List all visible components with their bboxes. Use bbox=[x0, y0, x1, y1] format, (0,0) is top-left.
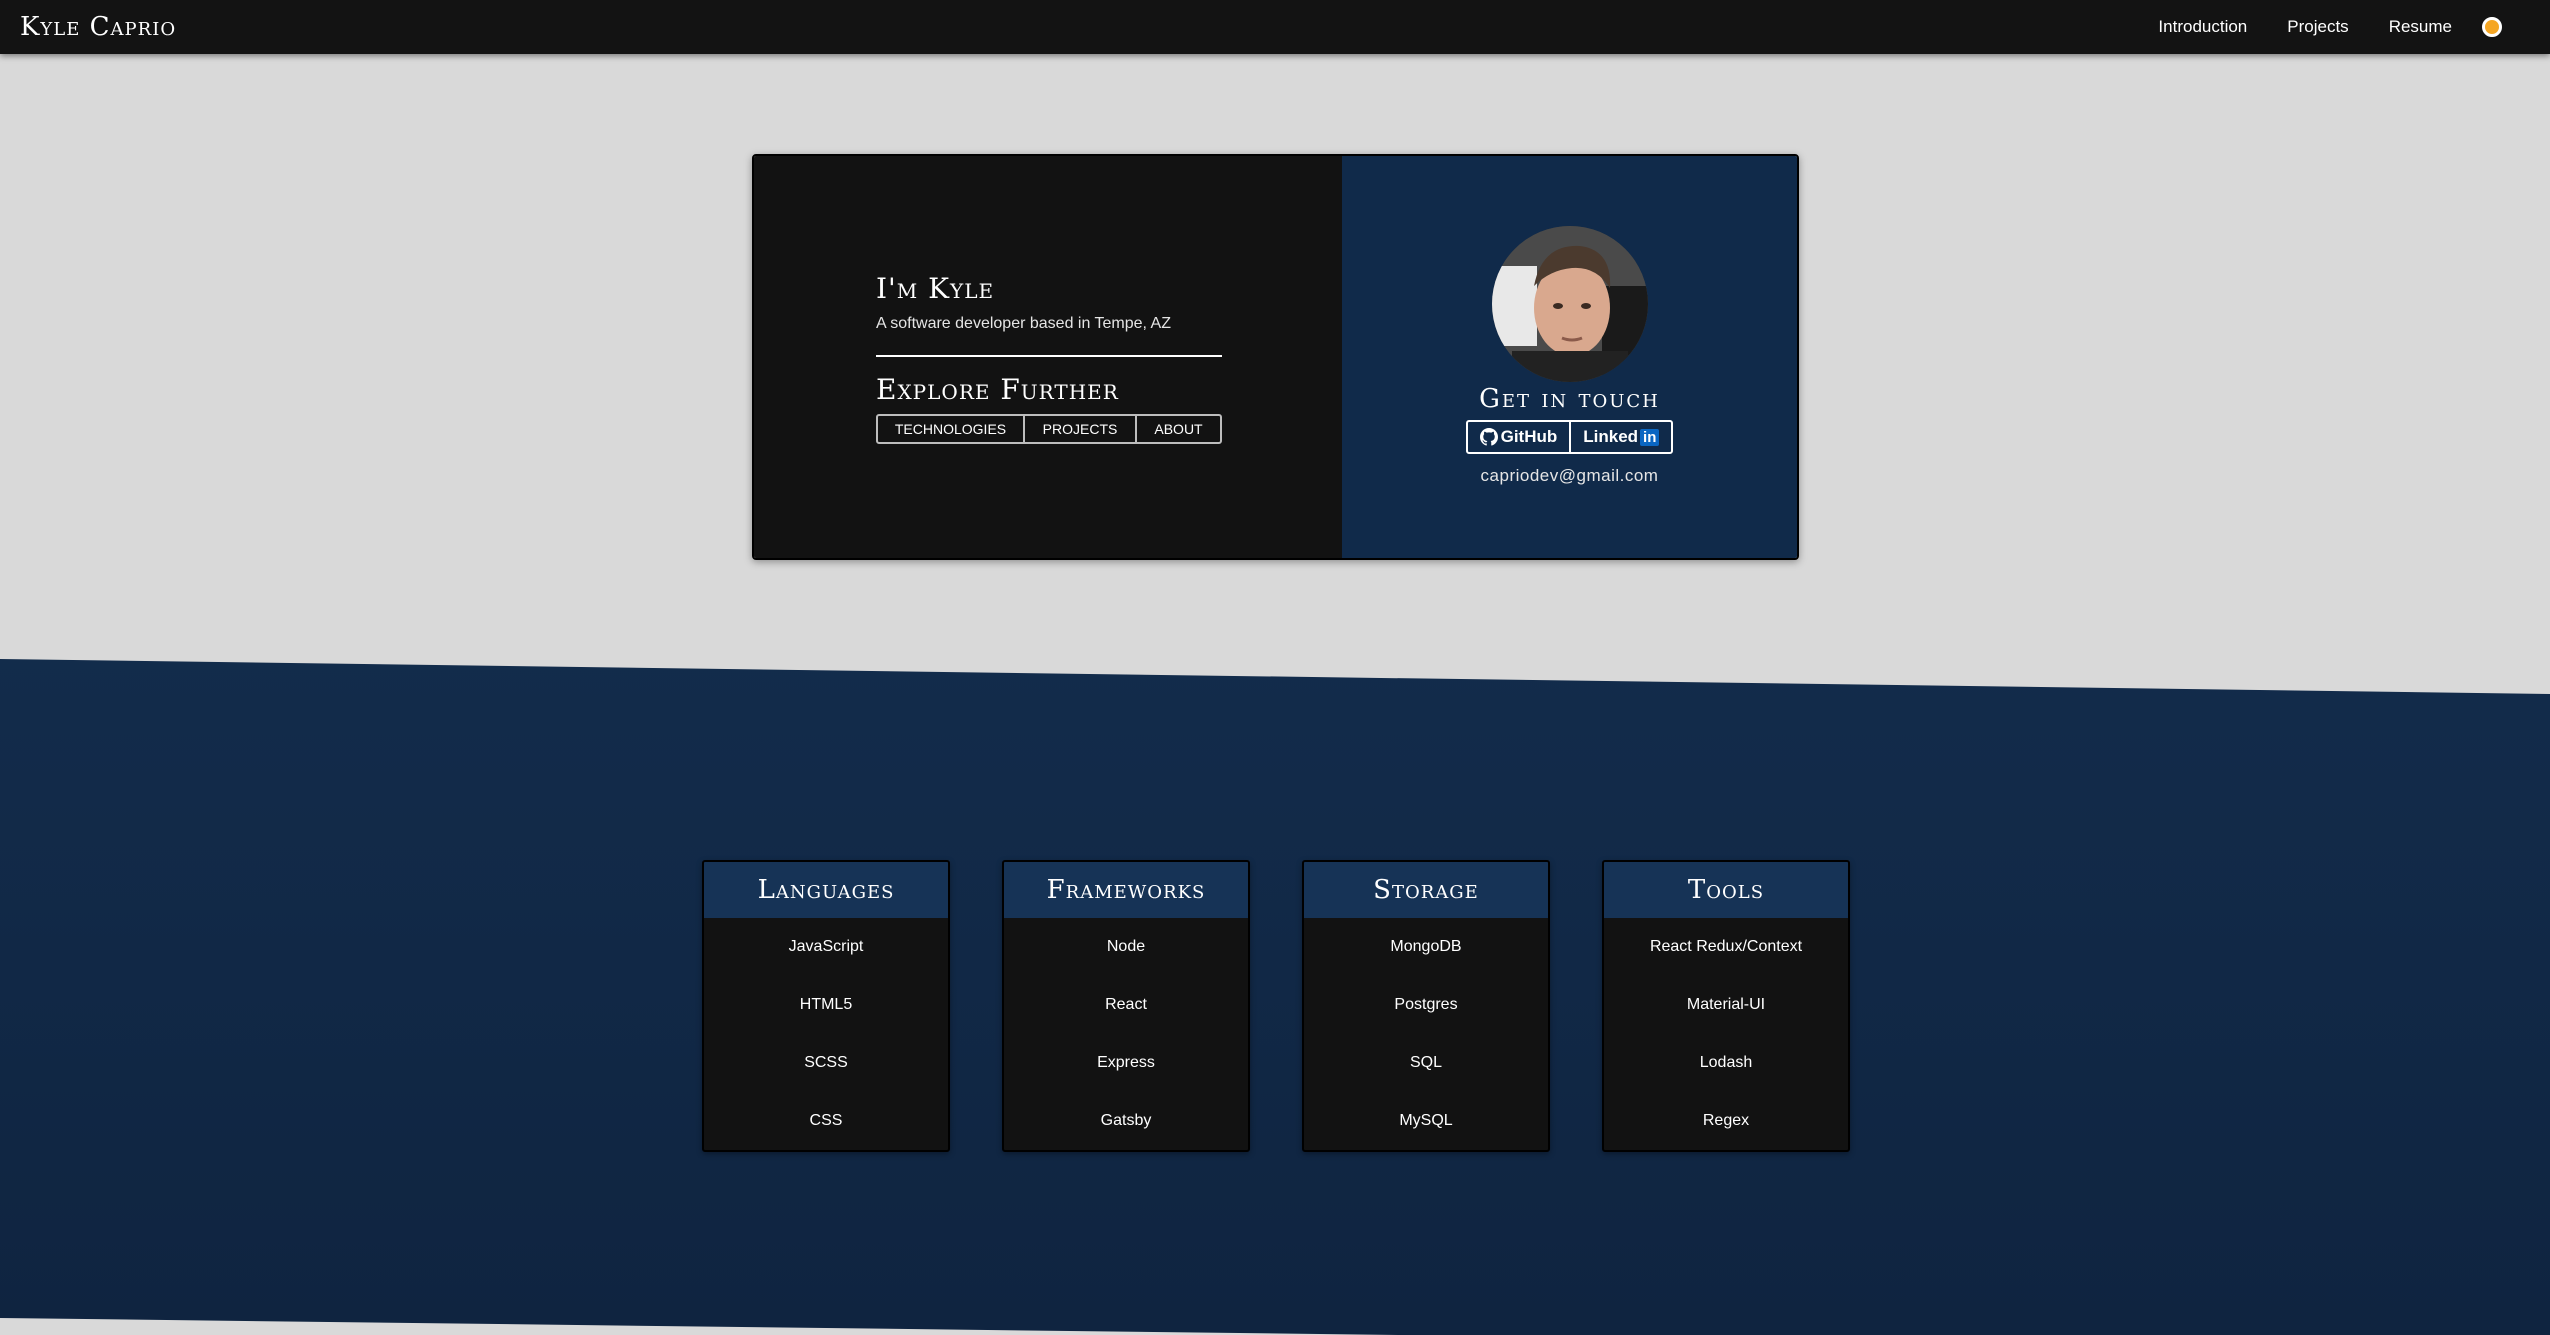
list-item: Lodash bbox=[1699, 1054, 1753, 1071]
github-button[interactable]: GitHub bbox=[1468, 422, 1570, 452]
list-item: Postgres bbox=[1394, 996, 1458, 1013]
tech-card-title: Storage bbox=[1304, 862, 1548, 918]
tech-card-title: Frameworks bbox=[1004, 862, 1248, 918]
hero-intro-panel: I'm Kyle A software developer based in T… bbox=[754, 156, 1342, 558]
list-item: Regex bbox=[1702, 1112, 1750, 1129]
tech-card-tools: Tools React Redux/Context Material-UI Lo… bbox=[1602, 860, 1850, 1152]
list-item: Gatsby bbox=[1100, 1112, 1152, 1129]
navbar: Kyle Caprio Introduction Projects Resume bbox=[0, 0, 2550, 54]
tech-card-title: Languages bbox=[704, 862, 948, 918]
list-item: MongoDB bbox=[1390, 938, 1462, 955]
technologies-button[interactable]: TECHNOLOGIES bbox=[878, 416, 1023, 442]
nav-link-resume[interactable]: Resume bbox=[2389, 17, 2452, 37]
list-item: HTML5 bbox=[799, 996, 853, 1013]
contact-panel: Get in touch GitHub Linked in capriodev@… bbox=[1342, 156, 1797, 558]
github-label: GitHub bbox=[1500, 427, 1558, 446]
hero-card: I'm Kyle A software developer based in T… bbox=[752, 154, 1799, 560]
linkedin-label: Linked bbox=[1583, 427, 1639, 446]
nav-link-introduction[interactable]: Introduction bbox=[2158, 17, 2247, 37]
theme-toggle-icon[interactable] bbox=[2482, 17, 2502, 37]
brand-logo[interactable]: Kyle Caprio bbox=[20, 12, 176, 42]
projects-button[interactable]: PROJECTS bbox=[1023, 416, 1135, 442]
hero-subtitle: A software developer based in Tempe, AZ bbox=[876, 315, 1171, 332]
list-item: JavaScript bbox=[788, 938, 864, 955]
contact-email[interactable]: capriodev@gmail.com bbox=[1481, 466, 1659, 486]
list-item: Material-UI bbox=[1686, 996, 1766, 1013]
list-item: CSS bbox=[809, 1112, 843, 1129]
hero-divider bbox=[876, 355, 1222, 357]
explore-title: Explore Further bbox=[876, 373, 1119, 406]
linkedin-button[interactable]: Linked in bbox=[1569, 422, 1671, 452]
tech-card-frameworks: Frameworks Node React Express Gatsby bbox=[1002, 860, 1250, 1152]
tech-card-languages: Languages JavaScript HTML5 SCSS CSS bbox=[702, 860, 950, 1152]
social-button-group: GitHub Linked in bbox=[1465, 420, 1674, 454]
github-icon bbox=[1479, 428, 1498, 446]
linkedin-icon: in bbox=[1640, 428, 1660, 446]
list-item: Node bbox=[1106, 938, 1146, 955]
list-item: React bbox=[1105, 996, 1147, 1013]
avatar bbox=[1491, 226, 1648, 382]
tech-card-title: Tools bbox=[1604, 862, 1848, 918]
tech-card-storage: Storage MongoDB Postgres SQL MySQL bbox=[1302, 860, 1550, 1152]
avatar-photo-icon bbox=[1491, 226, 1648, 382]
list-item: React Redux/Context bbox=[1649, 938, 1803, 955]
list-item: Express bbox=[1097, 1054, 1155, 1071]
about-button[interactable]: ABOUT bbox=[1135, 416, 1220, 442]
list-item: MySQL bbox=[1399, 1112, 1453, 1129]
nav-link-projects[interactable]: Projects bbox=[2287, 17, 2348, 37]
nav-links: Introduction Projects Resume bbox=[2118, 17, 2530, 37]
list-item: SQL bbox=[1409, 1054, 1442, 1071]
list-item: SCSS bbox=[804, 1054, 848, 1071]
contact-title: Get in touch bbox=[1479, 384, 1660, 414]
hero-title: I'm Kyle bbox=[876, 272, 995, 305]
explore-button-group: TECHNOLOGIES PROJECTS ABOUT bbox=[876, 414, 1222, 444]
